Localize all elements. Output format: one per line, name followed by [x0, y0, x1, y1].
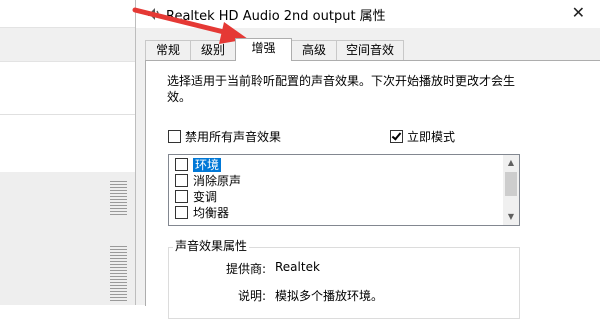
- provider-label: 提供商:: [225, 262, 266, 276]
- effect-item-pitch-shift[interactable]: 变调: [175, 189, 217, 205]
- effect-label: 均衡器: [193, 206, 230, 220]
- level-meter-icon: [110, 181, 127, 217]
- effect-checkbox[interactable]: [175, 174, 188, 187]
- effect-description-label: 说明:: [237, 289, 266, 303]
- effect-label: 变调: [193, 190, 218, 204]
- title-bar[interactable]: Realtek HD Audio 2nd output 属性 ✕: [136, 0, 600, 28]
- effect-item-voice-cancellation[interactable]: 消除原声: [175, 173, 241, 189]
- level-meter-icon: [110, 246, 127, 303]
- checkbox-box[interactable]: [168, 130, 181, 143]
- enhancements-description: 选择适用于当前聆听配置的声音效果。下次开始播放时更改才会生效。: [167, 74, 516, 104]
- scroll-down-icon[interactable]: ▼: [503, 209, 519, 225]
- background-divider: [0, 114, 140, 115]
- tab-spatial-sound[interactable]: 空间音效: [336, 40, 404, 60]
- background-window: [0, 0, 140, 305]
- effect-checkbox[interactable]: [175, 190, 188, 203]
- provider-value: Realtek: [275, 260, 320, 274]
- immediate-mode-checkbox[interactable]: 立即模式: [390, 130, 455, 144]
- tab-levels[interactable]: 级别: [190, 40, 236, 60]
- immediate-mode-label: 立即模式: [407, 130, 456, 144]
- effects-list[interactable]: 环境 消除原声 变调 均衡器 ▲ ▼: [168, 154, 520, 226]
- effect-properties-group: [168, 247, 520, 319]
- scroll-thumb[interactable]: [505, 172, 517, 196]
- scroll-up-icon[interactable]: ▲: [503, 155, 519, 171]
- effect-checkbox[interactable]: [175, 206, 188, 219]
- background-toolbar-band: [0, 27, 140, 62]
- disable-all-effects-label: 禁用所有声音效果: [185, 130, 282, 144]
- dialog-title: Realtek HD Audio 2nd output 属性: [166, 9, 386, 24]
- effect-properties-title: 声音效果属性: [173, 237, 250, 254]
- effect-checkbox[interactable]: [175, 158, 188, 171]
- effect-item-environment[interactable]: 环境: [175, 157, 222, 173]
- effect-item-equalizer[interactable]: 均衡器: [175, 205, 229, 221]
- checkbox-box-checked[interactable]: [390, 130, 403, 143]
- effect-label: 消除原声: [193, 174, 242, 188]
- tab-advanced[interactable]: 高级: [291, 40, 337, 60]
- tab-general[interactable]: 常规: [145, 40, 191, 60]
- disable-all-effects-checkbox[interactable]: 禁用所有声音效果: [168, 130, 281, 144]
- effect-description-value: 模拟多个播放环境。: [275, 289, 384, 303]
- close-icon[interactable]: ✕: [572, 3, 585, 22]
- properties-dialog: Realtek HD Audio 2nd output 属性 ✕ 常规 级别 增…: [135, 0, 600, 319]
- effects-list-scrollbar[interactable]: ▲ ▼: [503, 155, 519, 225]
- enhancements-panel: 选择适用于当前聆听配置的声音效果。下次开始播放时更改才会生效。 禁用所有声音效果…: [145, 60, 600, 319]
- speaker-icon: [148, 8, 159, 20]
- tab-enhancements[interactable]: 增强: [235, 38, 292, 61]
- effect-label: 环境: [193, 158, 222, 172]
